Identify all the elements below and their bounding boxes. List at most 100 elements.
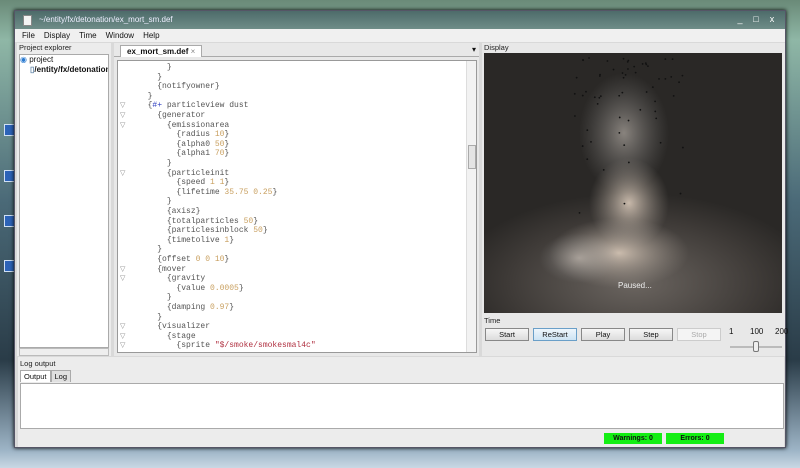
menu-window[interactable]: Window	[106, 31, 134, 42]
log-output-area[interactable]	[20, 383, 784, 429]
particle	[612, 68, 615, 71]
code-line[interactable]: }	[138, 197, 172, 207]
particle	[654, 100, 656, 103]
particle	[596, 102, 599, 105]
warnings-badge: Warnings: 0	[604, 433, 662, 444]
particle	[654, 110, 657, 113]
slider-handle[interactable]	[752, 341, 759, 352]
code-line[interactable]: {particleinit	[138, 169, 229, 179]
maximize-button[interactable]: □	[749, 14, 763, 25]
status-text: Paused...	[618, 281, 652, 290]
code-line[interactable]: {mover	[138, 265, 186, 275]
vertical-scrollbar[interactable]	[466, 61, 476, 352]
tab-ex-mort-sm[interactable]: ex_mort_sm.def ×	[120, 45, 203, 57]
code-line[interactable]: }	[138, 159, 172, 169]
code-line[interactable]: {sprite "$/smoke/smokesmal4c"	[138, 341, 315, 351]
fold-toggle-icon[interactable]: ▽	[120, 121, 125, 129]
fold-toggle-icon[interactable]: ▽	[120, 101, 125, 109]
code-line[interactable]: }	[138, 92, 153, 102]
app-icon	[23, 15, 32, 26]
close-button[interactable]: x	[765, 14, 779, 25]
particle	[593, 96, 596, 99]
particle	[679, 192, 682, 195]
tab-menu-icon[interactable]: ▾	[472, 45, 476, 54]
code-line[interactable]: {notifyowner}	[138, 82, 219, 92]
code-line[interactable]: {particlesinblock 50}	[138, 226, 268, 236]
particle	[623, 202, 626, 205]
horizontal-scrollbar[interactable]	[19, 348, 109, 356]
project-explorer: Project explorer ◉ project ▯/entity/fx/d…	[17, 43, 111, 356]
tree-item-project[interactable]: ◉ project	[20, 55, 108, 65]
code-line[interactable]: }	[138, 313, 162, 323]
step-button[interactable]: Step	[629, 328, 673, 341]
menu-display[interactable]: Display	[44, 31, 70, 42]
code-line[interactable]: {axisz}	[138, 207, 201, 217]
particle	[621, 91, 624, 94]
fold-toggle-icon[interactable]: ▽	[120, 322, 125, 330]
start-button[interactable]: Start	[485, 328, 529, 341]
code-line[interactable]: {gravity	[138, 274, 205, 284]
particle	[599, 95, 602, 98]
particle	[626, 60, 629, 63]
fold-toggle-icon[interactable]: ▽	[120, 341, 125, 349]
particle	[627, 119, 630, 122]
play-button[interactable]: Play	[581, 328, 625, 341]
stop-button[interactable]: Stop	[677, 328, 721, 341]
tree-item-folder[interactable]: ▯/entity/fx/detonation	[20, 65, 108, 75]
3d-viewport[interactable]: Paused...	[484, 53, 782, 313]
code-line[interactable]: }	[138, 73, 162, 83]
code-area[interactable]: } } {notifyowner} } {#+ particleview dus…	[117, 60, 477, 353]
code-line[interactable]: {totalparticles 50}	[138, 217, 258, 227]
display-panel: Display Paused... Time Start ReStart Pla…	[482, 43, 788, 356]
code-line[interactable]: {alpha1 70}	[138, 149, 229, 159]
fold-toggle-icon[interactable]: ▽	[120, 111, 125, 119]
code-line[interactable]: }	[138, 245, 162, 255]
code-line[interactable]: {speed 1 1}	[138, 178, 229, 188]
particle	[655, 117, 658, 120]
project-explorer-title: Project explorer	[19, 43, 72, 52]
code-line[interactable]: {radius 10}	[138, 130, 229, 140]
particle	[678, 81, 680, 84]
particle	[645, 91, 648, 93]
code-line[interactable]: {timetolive 1}	[138, 236, 234, 246]
menu-help[interactable]: Help	[143, 31, 159, 42]
particle	[681, 146, 684, 149]
tab-close-icon[interactable]: ×	[191, 47, 196, 56]
fold-toggle-icon[interactable]: ▽	[120, 332, 125, 340]
scroll-thumb[interactable]	[468, 145, 476, 169]
tab-log[interactable]: Log	[50, 370, 72, 382]
code-line[interactable]: {emissionarea	[138, 121, 229, 131]
code-line[interactable]: {alpha0 50}	[138, 140, 229, 150]
particle	[623, 144, 626, 147]
fold-toggle-icon[interactable]: ▽	[120, 265, 125, 273]
menu-time[interactable]: Time	[79, 31, 96, 42]
particle	[670, 75, 673, 78]
fold-toggle-icon[interactable]: ▽	[120, 274, 125, 282]
particle	[602, 168, 605, 171]
code-editor: ex_mort_sm.def × ▾ } } {notifyowner} } {…	[114, 43, 479, 356]
project-icon: ◉	[20, 55, 30, 64]
particle	[664, 58, 667, 60]
particle	[627, 161, 630, 164]
code-line[interactable]: {damping 0.97}	[138, 303, 234, 313]
minimize-button[interactable]: _	[733, 14, 747, 25]
slider-min-label: 1	[729, 327, 734, 336]
code-line[interactable]: {value 0.0005}	[138, 284, 243, 294]
menu-file[interactable]: File	[22, 31, 35, 42]
fold-toggle-icon[interactable]: ▽	[120, 169, 125, 177]
particle	[633, 65, 636, 68]
code-line[interactable]: }	[138, 293, 172, 303]
particle	[664, 77, 667, 80]
code-line[interactable]: {lifetime 35.75 0.25}	[138, 188, 277, 198]
code-line[interactable]: {offset 0 0 10}	[138, 255, 229, 265]
code-line[interactable]: }	[138, 63, 172, 73]
restart-button[interactable]: ReStart	[533, 328, 577, 341]
code-line[interactable]: {stage	[138, 332, 196, 342]
particle	[618, 94, 621, 97]
code-line[interactable]: {generator	[138, 111, 205, 121]
code-line[interactable]: {visualizer	[138, 322, 210, 332]
tab-output[interactable]: Output	[20, 370, 51, 382]
particle	[618, 131, 621, 134]
code-line[interactable]: {#+ particleview dust	[138, 101, 249, 111]
app-window: ~/entity/fx/detonation/ex_mort_sm.def _ …	[14, 10, 788, 448]
